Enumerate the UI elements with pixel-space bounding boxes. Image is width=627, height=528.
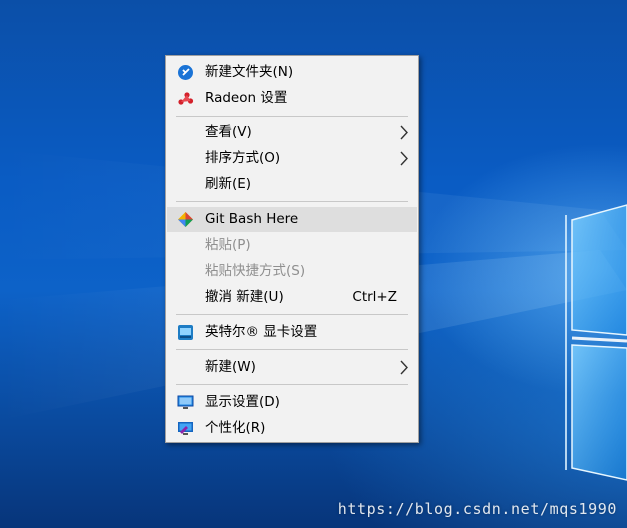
display-icon — [177, 394, 194, 411]
chevron-right-icon — [400, 360, 408, 375]
menu-item-label: 新建(W) — [205, 359, 256, 375]
menu-item-new[interactable]: 新建(W) — [167, 355, 417, 380]
menu-separator — [176, 384, 408, 385]
menu-item-label: 个性化(R) — [205, 420, 266, 436]
new-folder-icon — [177, 64, 194, 81]
watermark-text: https://blog.csdn.net/mqs1990 — [337, 500, 617, 518]
menu-item-display-settings[interactable]: 显示设置(D) — [167, 390, 417, 415]
menu-item-intel-graphics-settings[interactable]: 英特尔® 显卡设置 — [167, 320, 417, 345]
intel-graphics-icon — [177, 324, 194, 341]
menu-item-label: 排序方式(O) — [205, 150, 281, 166]
menu-item-label: 刷新(E) — [205, 176, 252, 192]
menu-item-label: 英特尔® 显卡设置 — [205, 324, 318, 340]
menu-separator — [176, 314, 408, 315]
menu-item-new-folder[interactable]: 新建文件夹(N) — [167, 60, 417, 85]
menu-item-label: 显示设置(D) — [205, 394, 280, 410]
radeon-icon — [177, 90, 194, 107]
menu-separator — [176, 349, 408, 350]
menu-separator — [176, 201, 408, 202]
chevron-right-icon — [400, 151, 408, 166]
menu-item-git-bash-here[interactable]: Git Bash Here — [167, 207, 417, 232]
menu-item-label: 粘贴快捷方式(S) — [205, 263, 306, 279]
menu-item-undo-new[interactable]: 撤消 新建(U) Ctrl+Z — [167, 285, 417, 310]
menu-item-label: 撤消 新建(U) — [205, 289, 284, 305]
menu-item-label: Git Bash Here — [205, 211, 299, 227]
menu-item-label: 新建文件夹(N) — [205, 64, 294, 80]
menu-item-paste[interactable]: 粘贴(P) — [167, 233, 417, 258]
menu-item-refresh[interactable]: 刷新(E) — [167, 172, 417, 197]
chevron-right-icon — [400, 125, 408, 140]
desktop-context-menu: 新建文件夹(N) Radeon 设置 查看(V) 排序方式(O) 刷新(E) G… — [165, 55, 419, 443]
menu-item-label: 粘贴(P) — [205, 237, 251, 253]
menu-item-view[interactable]: 查看(V) — [167, 120, 417, 145]
personalize-icon — [177, 420, 194, 437]
menu-item-label: Radeon 设置 — [205, 90, 288, 106]
menu-item-radeon-settings[interactable]: Radeon 设置 — [167, 86, 417, 111]
menu-item-label: 查看(V) — [205, 124, 252, 140]
menu-item-sort-by[interactable]: 排序方式(O) — [167, 146, 417, 171]
git-icon — [177, 211, 194, 228]
menu-item-paste-shortcut[interactable]: 粘贴快捷方式(S) — [167, 259, 417, 284]
menu-item-personalize[interactable]: 个性化(R) — [167, 416, 417, 441]
menu-item-shortcut: Ctrl+Z — [352, 289, 397, 305]
menu-separator — [176, 116, 408, 117]
